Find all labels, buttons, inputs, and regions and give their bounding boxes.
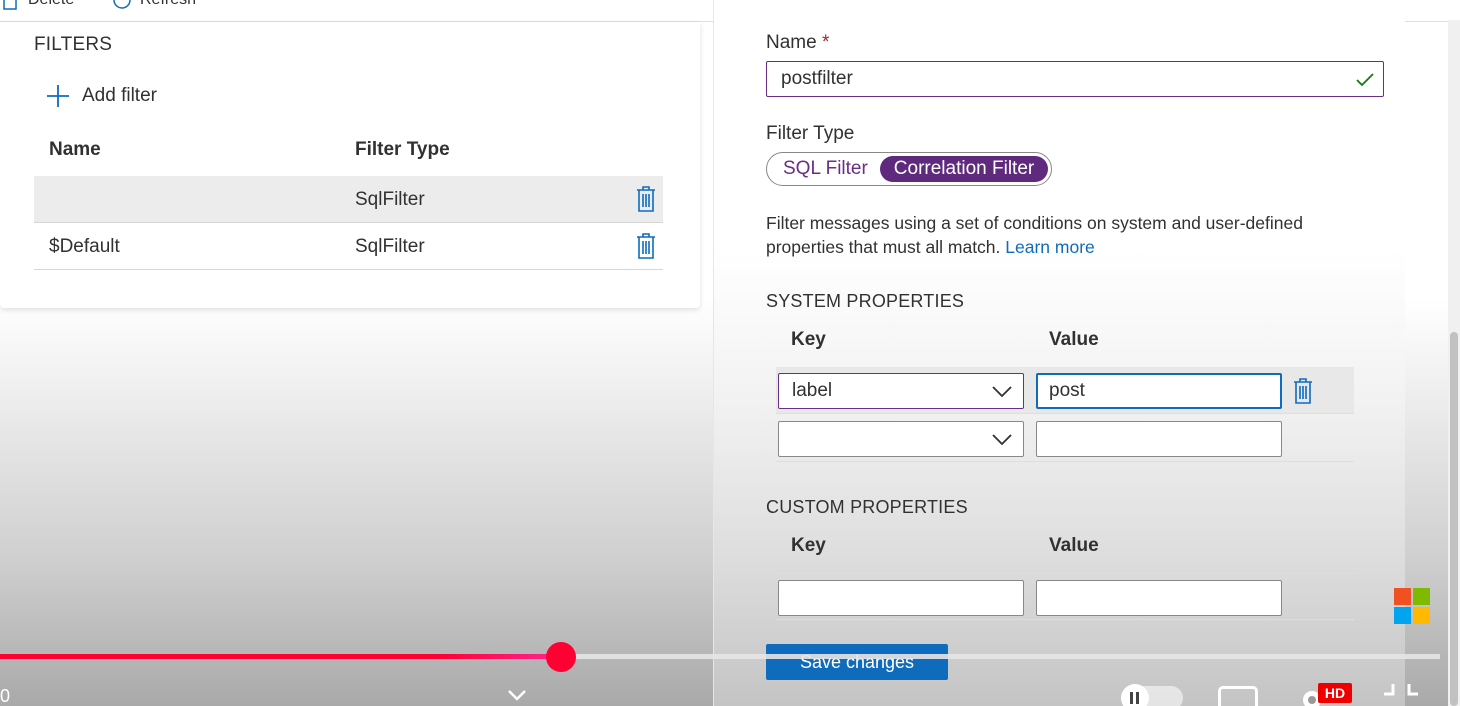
refresh-icon <box>113 0 131 9</box>
add-filter-button[interactable]: Add filter <box>46 84 157 108</box>
column-header-name[interactable]: Name <box>49 139 101 161</box>
refresh-command[interactable]: Refresh <box>112 0 196 10</box>
required-mark: * <box>821 32 830 53</box>
column-header-filter-type[interactable]: Filter Type <box>355 139 450 161</box>
delete-command[interactable]: Delete <box>0 0 74 10</box>
sql-filter-option[interactable]: SQL Filter <box>783 158 868 180</box>
filter-editor-panel: Name * postfilter Filter Type SQL Filter… <box>713 0 1405 706</box>
system-value-header: Value <box>1049 329 1099 350</box>
system-key-dropdown[interactable] <box>778 421 1024 457</box>
table-row[interactable]: $Default SqlFilter <box>34 223 663 270</box>
system-property-row: label post <box>776 367 1354 414</box>
checkmark-icon <box>1356 73 1374 87</box>
learn-more-link[interactable]: Learn more <box>1005 237 1095 257</box>
custom-properties-title: CUSTOM PROPERTIES <box>766 497 968 517</box>
video-progress-bar[interactable] <box>0 654 1440 659</box>
chevron-down-icon <box>992 434 1012 446</box>
system-value-input[interactable] <box>1036 421 1282 457</box>
microsoft-logo <box>1394 588 1430 624</box>
captions-icon[interactable] <box>1218 686 1258 706</box>
autoplay-toggle[interactable] <box>1121 684 1183 706</box>
filter-name-value: postfilter <box>781 68 853 89</box>
system-key-dropdown[interactable]: label <box>778 373 1024 409</box>
correlation-filter-option[interactable]: Correlation Filter <box>880 156 1048 182</box>
hd-badge: HD <box>1318 683 1352 703</box>
system-properties-title: SYSTEM PROPERTIES <box>766 291 965 311</box>
scrollbar-thumb[interactable] <box>1450 332 1458 706</box>
custom-key-header: Key <box>791 535 826 556</box>
custom-key-input[interactable] <box>778 580 1024 616</box>
system-value-input[interactable]: post <box>1036 373 1282 409</box>
trash-icon[interactable] <box>1292 377 1314 405</box>
scrubber-handle[interactable] <box>546 642 576 672</box>
name-label-text: Name <box>766 32 817 53</box>
filter-description: Filter messages using a set of condition… <box>766 211 1366 259</box>
system-key-value: label <box>792 380 833 401</box>
trash-icon[interactable] <box>635 185 657 213</box>
custom-value-input[interactable] <box>1036 580 1282 616</box>
exit-fullscreen-icon[interactable] <box>1382 684 1420 706</box>
save-changes-button[interactable]: Save changes <box>766 644 948 680</box>
system-value-text: post <box>1049 380 1085 401</box>
refresh-label: Refresh <box>140 0 196 9</box>
progress-played <box>0 654 562 659</box>
filter-name-input[interactable]: postfilter <box>766 61 1384 97</box>
filters-title: FILTERS <box>34 34 113 55</box>
filter-name-cell: $Default <box>49 236 120 257</box>
pause-icon <box>1121 684 1149 706</box>
filter-type-cell: SqlFilter <box>355 189 425 210</box>
chevron-down-icon <box>992 386 1012 398</box>
custom-property-row <box>776 573 1354 620</box>
trash-icon[interactable] <box>635 232 657 260</box>
filters-panel: FILTERS Add filter Name Filter Type SqlF… <box>0 22 700 308</box>
chevron-down-icon[interactable] <box>507 688 527 702</box>
custom-value-header: Value <box>1049 535 1099 556</box>
time-display: 0 <box>0 686 11 706</box>
page-scrollbar[interactable] <box>1448 20 1460 706</box>
filter-type-cell: SqlFilter <box>355 236 425 257</box>
table-row[interactable]: SqlFilter <box>34 176 663 223</box>
system-key-header: Key <box>791 329 826 350</box>
add-icon <box>47 85 69 107</box>
add-filter-label: Add filter <box>82 85 157 106</box>
system-property-row <box>776 415 1354 462</box>
filter-type-label: Filter Type <box>766 123 855 144</box>
delete-icon <box>3 0 17 10</box>
filter-type-toggle: SQL Filter Correlation Filter <box>766 152 1052 186</box>
delete-label: Delete <box>28 0 74 9</box>
name-label: Name * <box>766 32 829 54</box>
